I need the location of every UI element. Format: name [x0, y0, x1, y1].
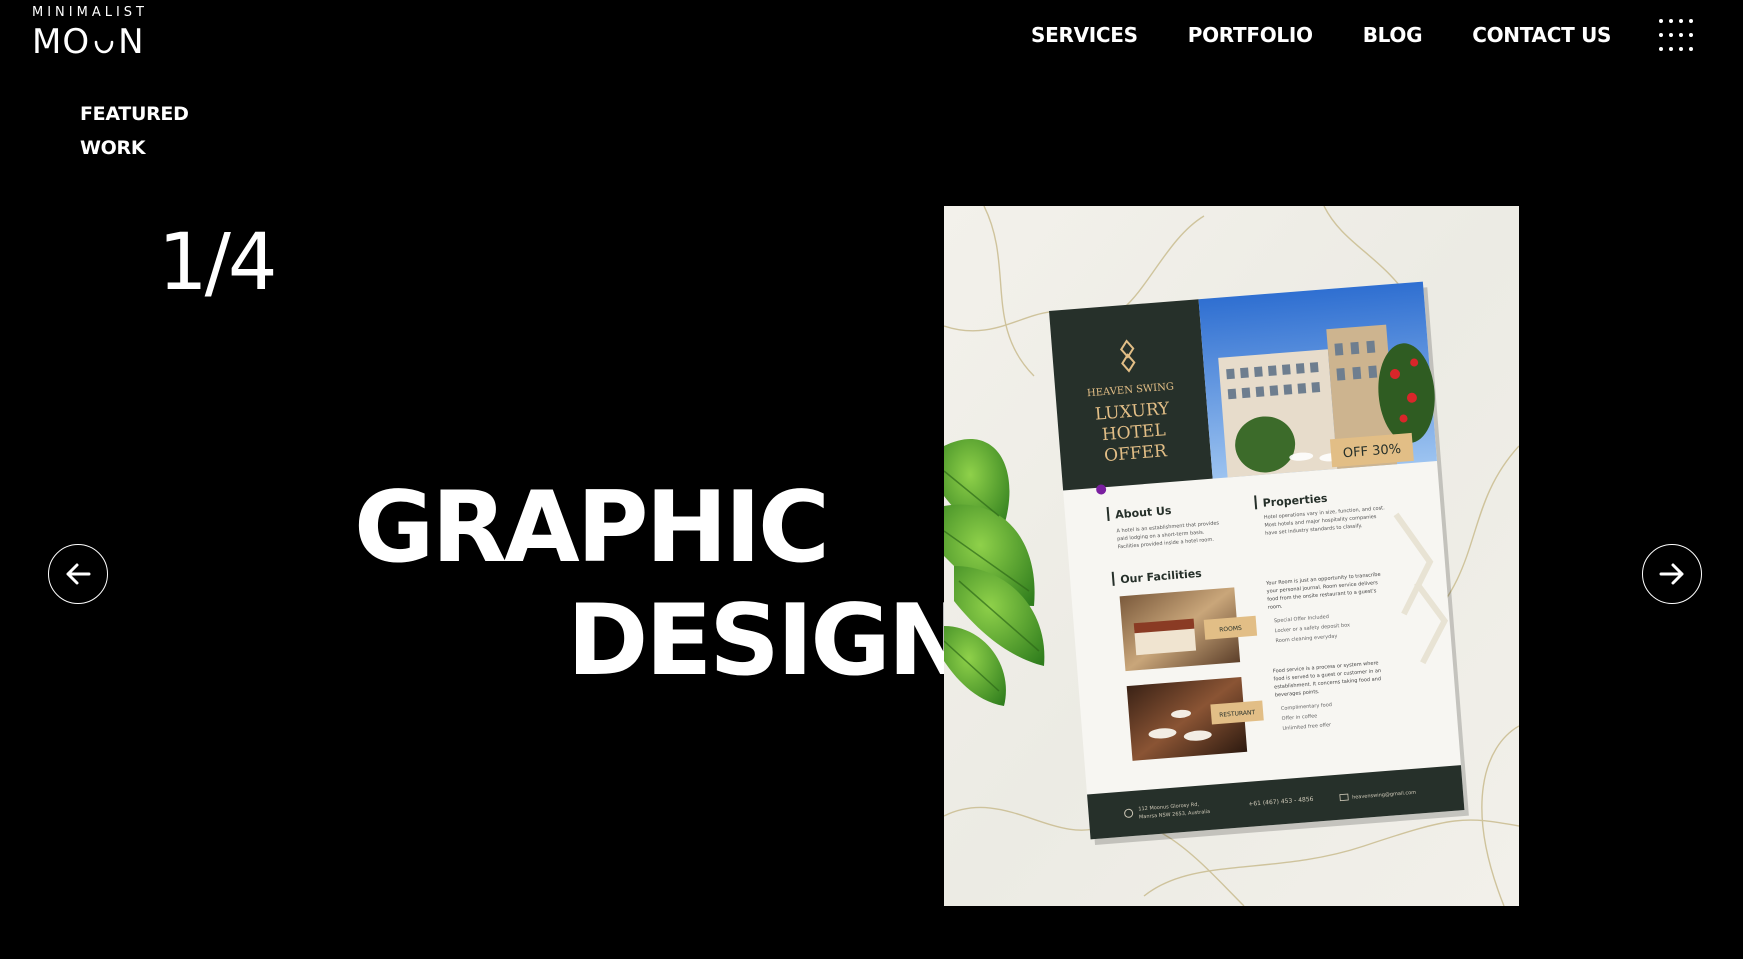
menu-dot — [1679, 33, 1684, 37]
menu-dot — [1679, 19, 1684, 23]
menu-dot — [1659, 33, 1664, 37]
menu-dot — [1669, 47, 1674, 51]
logo-text-right: N — [118, 22, 145, 62]
main-nav: SERVICES PORTFOLIO BLOG CONTACT US — [1031, 18, 1694, 52]
section-label-line2: WORK — [80, 137, 146, 159]
slide-counter: 1/4 — [158, 218, 278, 308]
menu-dot — [1689, 19, 1694, 23]
logo-text-left: MO — [32, 22, 91, 62]
nav-contact-us[interactable]: CONTACT US — [1472, 20, 1611, 50]
menu-dot — [1689, 47, 1694, 51]
menu-dot — [1669, 19, 1674, 23]
arrow-right-icon — [1659, 563, 1684, 585]
arrow-left-icon — [66, 563, 91, 585]
nav-services[interactable]: SERVICES — [1031, 20, 1138, 50]
nav-portfolio[interactable]: PORTFOLIO — [1188, 20, 1313, 50]
menu-dot — [1669, 33, 1674, 37]
featured-artwork[interactable]: HEAVEN SWING LUXURY HOTEL OFFER OFF 30% … — [944, 206, 1519, 906]
site-logo[interactable]: MINIMALIST MO N — [32, 5, 162, 59]
previous-slide-button[interactable] — [48, 544, 108, 604]
menu-dot — [1689, 33, 1694, 37]
logo-wordmark: MO N — [32, 25, 162, 59]
moon-icon — [94, 40, 114, 54]
grid-dots-icon[interactable] — [1659, 18, 1694, 52]
menu-dot — [1679, 47, 1684, 51]
section-label-line1: FEATURED — [80, 103, 189, 125]
svg-text:room.: room. — [1268, 604, 1283, 611]
logo-tagline: MINIMALIST — [32, 5, 148, 20]
slide-title-line1[interactable]: GRAPHIC — [354, 473, 830, 583]
page: MINIMALIST MO N SERVICES PORTFOLIO BLOG … — [0, 0, 1743, 959]
section-label: FEATURED WORK — [80, 97, 189, 165]
slide-title-line2[interactable]: DESIGN — [567, 586, 970, 696]
menu-dot — [1659, 19, 1664, 23]
nav-blog[interactable]: BLOG — [1363, 20, 1423, 50]
menu-dot — [1659, 47, 1664, 51]
flyer-mockup-image: HEAVEN SWING LUXURY HOTEL OFFER OFF 30% … — [944, 206, 1519, 906]
next-slide-button[interactable] — [1642, 544, 1702, 604]
